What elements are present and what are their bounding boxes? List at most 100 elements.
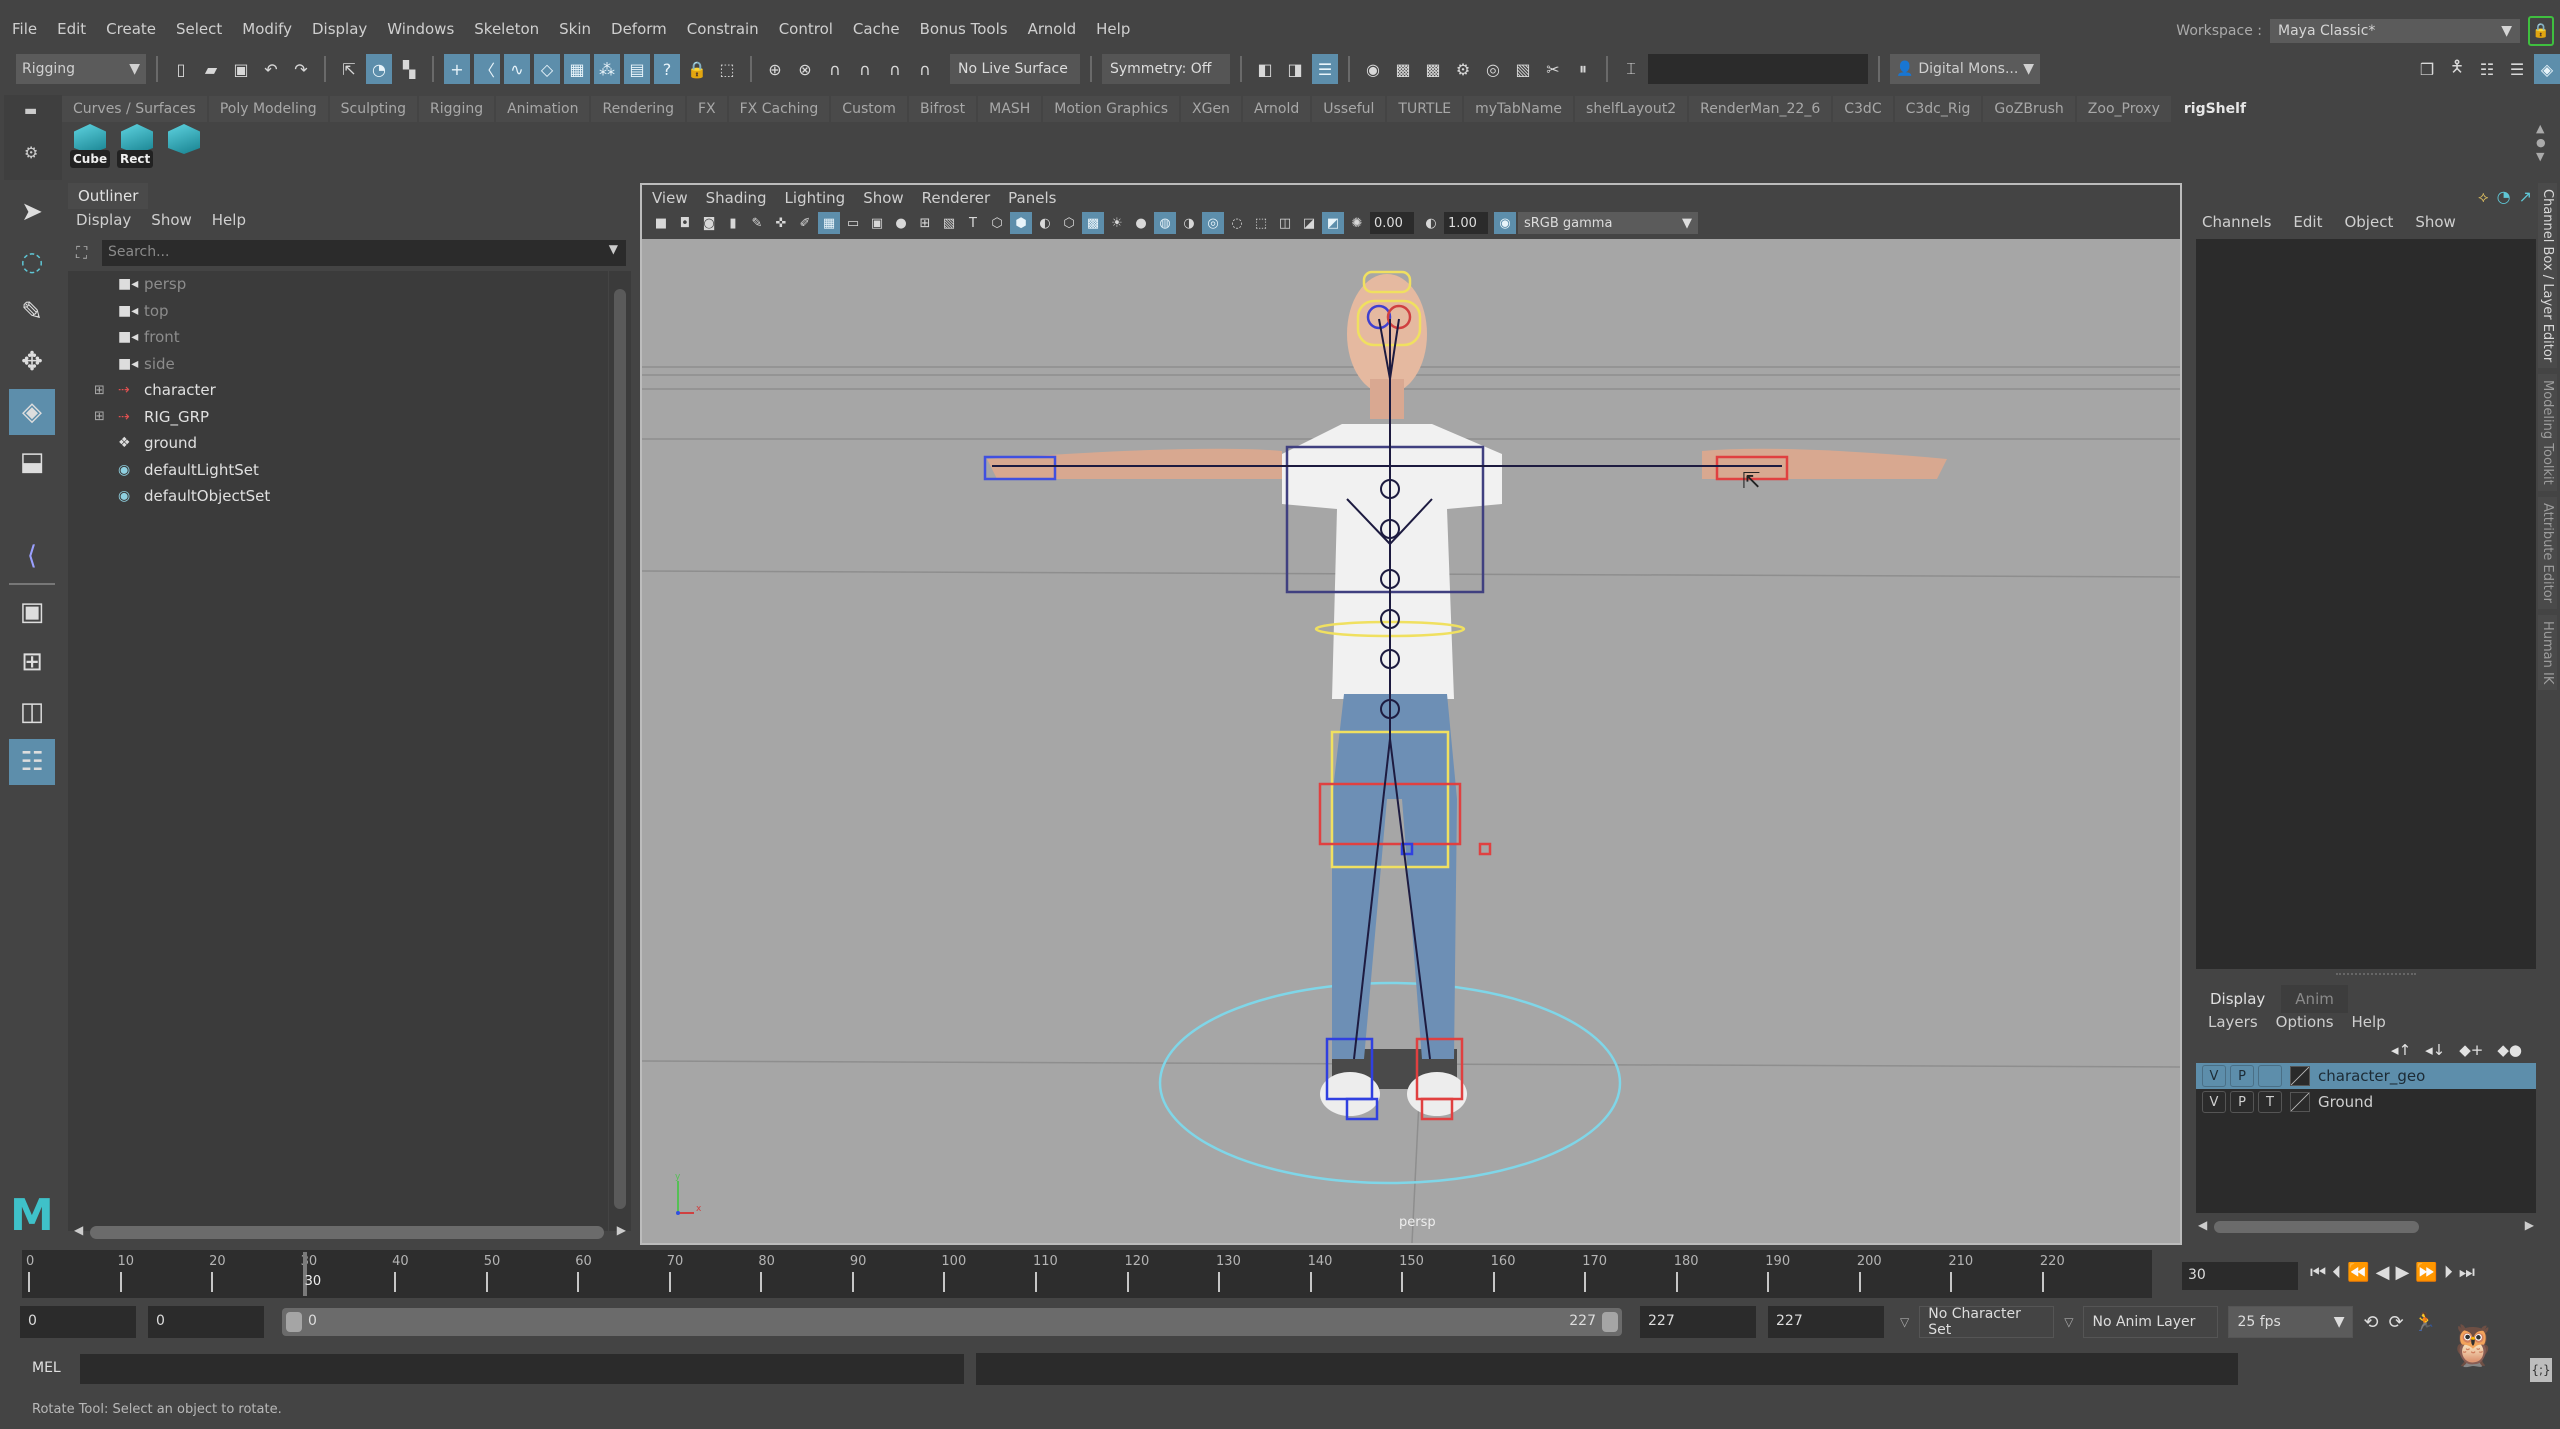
field-chart-icon[interactable]: ⊞ — [914, 212, 936, 234]
select-curves-icon[interactable]: ∿ — [504, 54, 530, 84]
live-surface-field[interactable]: No Live Surface — [950, 54, 1080, 84]
gate-mask-icon[interactable]: ● — [890, 212, 912, 234]
side-tab[interactable]: Attribute Editor — [2538, 496, 2557, 609]
shelf-tab[interactable]: FX — [686, 96, 727, 122]
side-tab[interactable]: Modeling Toolkit — [2538, 374, 2557, 491]
shelf-tab[interactable]: XGen — [1181, 96, 1241, 122]
outliner-vertical-scrollbar[interactable] — [609, 271, 631, 1231]
wireframe-on-shaded-icon[interactable]: ⬡ — [1058, 212, 1080, 234]
layer-tab-display[interactable]: Display — [2196, 985, 2280, 1013]
new-empty-layer-icon[interactable]: ◆+ — [2459, 1041, 2483, 1059]
shelf-button[interactable]: Cube — [70, 124, 111, 176]
menu-cache[interactable]: Cache — [853, 20, 900, 38]
scale-tool-button[interactable]: ⬓ — [9, 439, 55, 485]
menu-control[interactable]: Control — [779, 20, 833, 38]
make-live-icon[interactable]: ∩ — [912, 54, 938, 84]
outliner-item[interactable]: ■◂ side — [68, 351, 608, 378]
safe-action-icon[interactable]: ▧ — [938, 212, 960, 234]
isolate-select-icon[interactable]: ⬚ — [1250, 212, 1272, 234]
outliner-menu-help[interactable]: Help — [212, 211, 246, 229]
workspace-lock-button[interactable]: 🔒 — [2528, 16, 2554, 46]
anim-layer-dropdown[interactable]: No Anim Layer — [2083, 1306, 2219, 1338]
menuset-dropdown[interactable]: Rigging ▼ — [16, 54, 146, 84]
range-slider-bar[interactable]: 0 227 — [282, 1308, 1622, 1336]
display-type-toggle[interactable]: T — [2258, 1091, 2282, 1113]
chevron-down-icon[interactable]: ▼ — [609, 242, 618, 256]
two-view-layout-button[interactable]: ◫ — [9, 689, 55, 735]
shelf-tab[interactable]: Curves / Surfaces — [62, 96, 207, 122]
workspace-dropdown[interactable]: Maya Classic* ▼ — [2270, 19, 2520, 43]
highlight-selection-icon[interactable]: ⬚ — [714, 54, 740, 84]
outliner-tab[interactable]: Outliner — [68, 183, 149, 209]
menu-display[interactable]: Display — [312, 20, 367, 38]
input-output-icon[interactable]: ◨ — [1282, 54, 1308, 84]
shadows-icon[interactable]: ● — [1130, 212, 1152, 234]
shelf-tab[interactable]: GoZBrush — [1983, 96, 2075, 122]
select-misc-icon[interactable]: ? — [654, 54, 680, 84]
xray-icon[interactable]: ◫ — [1274, 212, 1296, 234]
layer-tab-anim[interactable]: Anim — [2281, 985, 2348, 1013]
anti-aliasing-icon[interactable]: ◎ — [1202, 212, 1224, 234]
shelf-tab[interactable]: MASH — [978, 96, 1042, 122]
outliner-layout-button[interactable]: ☷ — [9, 739, 55, 785]
render-view-icon[interactable]: ◉ — [1360, 54, 1386, 84]
select-rendering-icon[interactable]: ▤ — [624, 54, 650, 84]
exposure-field[interactable]: 0.00 — [1370, 212, 1414, 234]
exposure-icon[interactable]: ✺ — [1346, 212, 1368, 234]
current-frame-field[interactable]: 30 — [2182, 1262, 2298, 1290]
shelf-tab[interactable]: Motion Graphics — [1043, 96, 1179, 122]
layer-color-swatch[interactable] — [2290, 1066, 2310, 1086]
select-surfaces-icon[interactable]: ◇ — [534, 54, 560, 84]
play-forwards-icon[interactable]: ▶ — [2395, 1262, 2409, 1283]
layer-row[interactable]: V Pcharacter_geo — [2196, 1063, 2536, 1089]
channel-box-menu-show[interactable]: Show — [2415, 213, 2455, 231]
textured-icon[interactable]: ▩ — [1082, 212, 1104, 234]
gear-icon[interactable]: ⚙ — [24, 143, 38, 162]
menu-arnold[interactable]: Arnold — [1028, 20, 1077, 38]
layer-menu-help[interactable]: Help — [2352, 1013, 2386, 1031]
expand-icon[interactable]: ⊞ — [94, 409, 110, 424]
sound-icon[interactable]: ⟳ — [2389, 1312, 2404, 1333]
gamma-icon[interactable]: ◐ — [1420, 212, 1442, 234]
select-handles-icon[interactable]: + — [444, 54, 470, 84]
shelf-button[interactable] — [166, 124, 202, 176]
menu-skeleton[interactable]: Skeleton — [474, 20, 539, 38]
filter-icon[interactable]: ⛶ — [76, 243, 87, 263]
mel-command-input[interactable] — [80, 1354, 964, 1384]
light-editor-icon[interactable]: ✂ — [1540, 54, 1566, 84]
channel-box-menu-edit[interactable]: Edit — [2293, 213, 2322, 231]
pause-viewport-icon[interactable]: ⏸ — [1570, 54, 1596, 84]
shelf-tab[interactable]: Custom — [831, 96, 907, 122]
camera-attributes-icon[interactable]: ◘ — [674, 212, 696, 234]
go-to-end-icon[interactable]: ⏭ — [2459, 1262, 2475, 1283]
user-account-dropdown[interactable]: 👤 Digital Mons... ▼ — [1890, 54, 2040, 84]
paint-select-tool-button[interactable]: ✎ — [9, 289, 55, 335]
redo-icon[interactable]: ↷ — [288, 54, 314, 84]
chevron-down-icon[interactable]: ▽ — [2064, 1315, 2073, 1329]
shelf-tab[interactable]: Zoo_Proxy — [2076, 96, 2171, 122]
move-layer-up-icon[interactable]: ◂↑ — [2391, 1041, 2411, 1059]
channel-box-toggle-icon[interactable]: ◔ — [2497, 187, 2511, 207]
viewport-menu-panels[interactable]: Panels — [1008, 189, 1056, 207]
playback-toggle[interactable]: P — [2230, 1065, 2254, 1087]
undo-icon[interactable]: ↶ — [258, 54, 284, 84]
ipr-render-icon[interactable]: ▩ — [1420, 54, 1446, 84]
xray-active-icon[interactable]: ◪ — [1298, 212, 1320, 234]
menu-file[interactable]: File — [12, 20, 37, 38]
attribute-editor-toggle-icon[interactable]: ↗ — [2519, 187, 2532, 207]
lock-selection-icon[interactable]: 🔒 — [684, 54, 710, 84]
default-material-icon[interactable]: ◐ — [1034, 212, 1056, 234]
shelf-button[interactable]: Rect — [117, 124, 155, 176]
outliner-menu-show[interactable]: Show — [151, 211, 191, 229]
single-perspective-layout-button[interactable]: ▣ — [9, 589, 55, 635]
panel-resize-handle[interactable] — [2336, 973, 2416, 976]
safe-title-icon[interactable]: T — [962, 212, 984, 234]
smooth-shade-icon[interactable]: ⬢ — [1010, 212, 1032, 234]
wireframe-icon[interactable]: ⬡ — [986, 212, 1008, 234]
input-line-mode-icon[interactable]: ⌶ — [1618, 54, 1644, 84]
snap-projected-center-icon[interactable]: ∩ — [852, 54, 878, 84]
loop-icon[interactable]: ⟲ — [2363, 1312, 2378, 1333]
use-all-lights-icon[interactable]: ☀ — [1106, 212, 1128, 234]
scroll-right-icon[interactable]: ▶ — [617, 1223, 626, 1237]
viewport-menu-lighting[interactable]: Lighting — [785, 189, 846, 207]
